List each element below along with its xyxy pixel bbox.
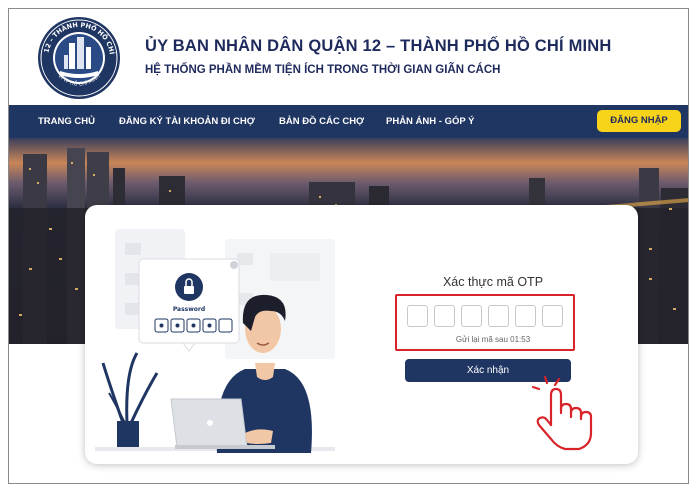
otp-digit-2-input[interactable] xyxy=(434,305,455,327)
nav-item-feedback[interactable]: PHẢN ÁNH - GÓP Ý xyxy=(386,105,475,138)
site-header: QUẬN 12 – THÀNH PHỐ HỒ CHÍ MINH VÌ TP HỒ… xyxy=(9,9,688,105)
pointing-hand-icon xyxy=(531,375,593,451)
otp-digit-3-input[interactable] xyxy=(461,305,482,327)
otp-digit-4-input[interactable] xyxy=(488,305,509,327)
password-illustration: Password xyxy=(95,229,335,453)
resend-countdown: Gửi lại mã sau 01:53 xyxy=(455,335,531,344)
svg-text:Password: Password xyxy=(173,306,205,313)
otp-digit-6-input[interactable] xyxy=(542,305,563,327)
otp-card: Password Xác thực mã OTP Gửi lại mã sau … xyxy=(85,205,638,464)
login-button[interactable]: ĐĂNG NHẬP xyxy=(597,110,681,132)
otp-title: Xác thực mã OTP xyxy=(442,275,544,289)
nav-item-market-map[interactable]: BẢN ĐỒ CÁC CHỢ xyxy=(279,105,364,138)
nav-item-home[interactable]: TRANG CHỦ xyxy=(38,105,95,138)
otp-digit-1-input[interactable] xyxy=(407,305,428,327)
main-navigation: TRANG CHỦ ĐĂNG KÝ TÀI KHOẢN ĐI CHỢ BẢN Đ… xyxy=(9,105,688,138)
district-logo-icon: QUẬN 12 – THÀNH PHỐ HỒ CHÍ MINH VÌ TP HỒ… xyxy=(36,15,120,99)
page-title: ỦY BAN NHÂN DÂN QUẬN 12 – THÀNH PHỐ HỒ C… xyxy=(145,37,612,55)
page-subtitle: HỆ THỐNG PHẦN MỀM TIỆN ÍCH TRONG THỜI GI… xyxy=(145,64,501,76)
nav-item-register-market-account[interactable]: ĐĂNG KÝ TÀI KHOẢN ĐI CHỢ xyxy=(119,105,255,138)
otp-digit-5-input[interactable] xyxy=(515,305,536,327)
page-frame: QUẬN 12 – THÀNH PHỐ HỒ CHÍ MINH VÌ TP HỒ… xyxy=(8,8,689,484)
